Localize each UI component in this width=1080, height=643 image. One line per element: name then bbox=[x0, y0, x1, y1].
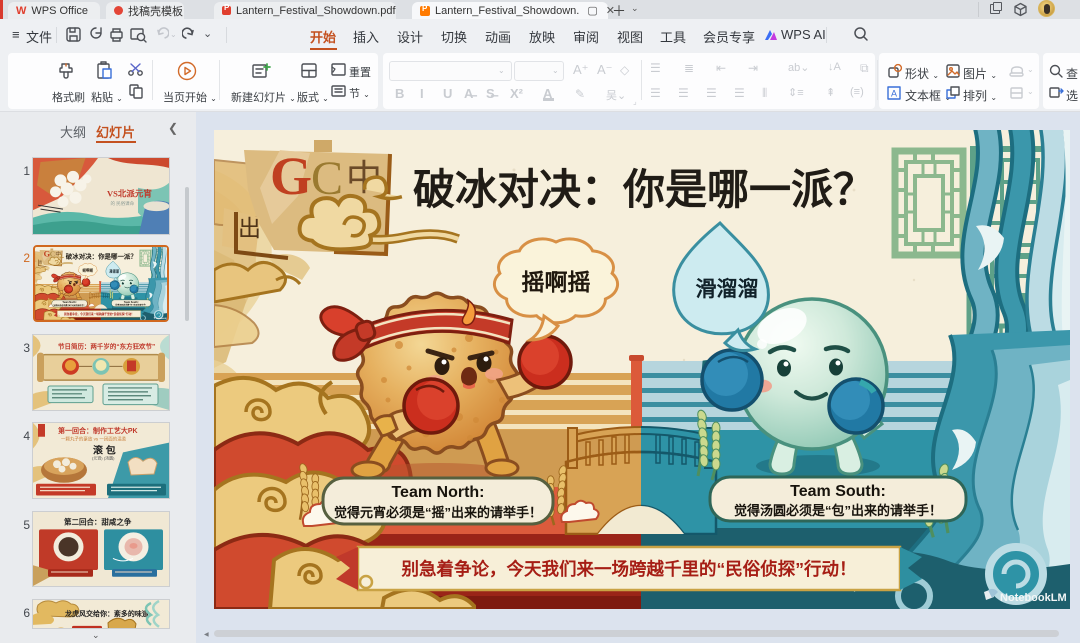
svg-text:的 民俗课命: 的 民俗课命 bbox=[111, 200, 135, 207]
svg-text:觉得元宵必须是“摇”出来的请举手！: 觉得元宵必须是“摇”出来的请举手！ bbox=[334, 505, 542, 520]
svg-text:出: 出 bbox=[238, 215, 261, 241]
svg-text:一颗丸子的豪放 vs 一团面的温柔: 一颗丸子的豪放 vs 一团面的温柔 bbox=[61, 436, 127, 443]
svg-text:Team South:: Team South: bbox=[790, 483, 886, 500]
svg-text:A: A bbox=[891, 89, 897, 99]
svg-text:滚 包: 滚 包 bbox=[93, 443, 116, 456]
svg-text:摇啊摇: 摇啊摇 bbox=[522, 269, 591, 295]
svg-text:NotebookLM: NotebookLM bbox=[1000, 592, 1067, 604]
svg-text:滑溜溜: 滑溜溜 bbox=[696, 277, 759, 301]
svg-text:第二回合：甜咸之争: 第二回合：甜咸之争 bbox=[64, 518, 132, 527]
svg-text:G: G bbox=[270, 146, 312, 206]
svg-text:Team South:: Team South: bbox=[124, 301, 139, 304]
svg-text:破冰对决：你是哪一派？: 破冰对决：你是哪一派？ bbox=[413, 167, 875, 214]
svg-text:Team North:: Team North: bbox=[62, 301, 76, 304]
svg-text:觉得汤圆必须是“包”出来的请举手！: 觉得汤圆必须是“包”出来的请举手！ bbox=[734, 503, 942, 518]
svg-text:Team North:: Team North: bbox=[391, 484, 484, 501]
svg-text:VS北派元宵: VS北派元宵 bbox=[107, 189, 152, 199]
svg-text:G: G bbox=[44, 250, 51, 259]
svg-text:(元宵) (汤圆): (元宵) (汤圆) bbox=[92, 455, 115, 460]
svg-text:别急着争论，今天我们来一场跨越千里的“民俗侦探”行动！: 别急着争论，今天我们来一场跨越千里的“民俗侦探”行动！ bbox=[401, 559, 857, 579]
